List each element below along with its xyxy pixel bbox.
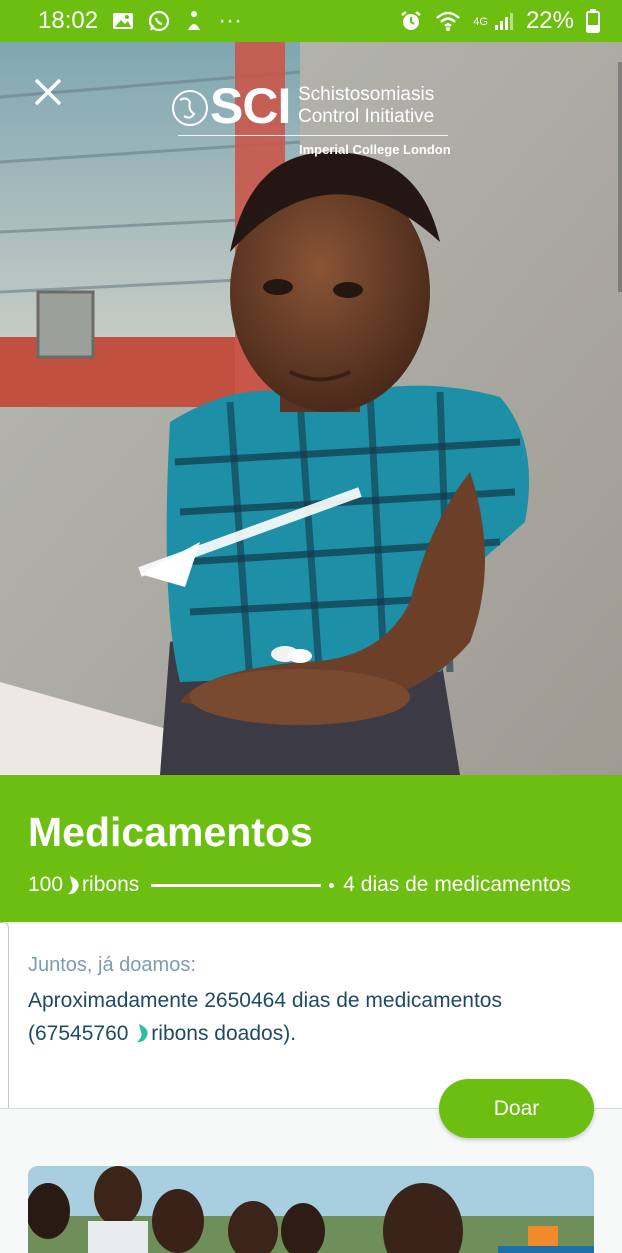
scroll-indicator bbox=[618, 62, 622, 292]
ratio-line bbox=[151, 883, 322, 887]
cost-currency: ribons bbox=[82, 873, 140, 896]
logo-divider bbox=[178, 135, 448, 136]
impact-stats: Aproximadamente 2650464 dias de medicame… bbox=[28, 984, 598, 1050]
donate-button[interactable]: Doar bbox=[439, 1079, 594, 1138]
battery-percent: 22% bbox=[525, 7, 574, 34]
ribon-drop-icon bbox=[137, 1024, 148, 1043]
cause-header: Medicamentos 100 ribons 4 dias de medica… bbox=[0, 775, 622, 922]
ratio-dot bbox=[329, 882, 335, 888]
wifi-icon bbox=[435, 10, 461, 32]
logo-abbr: SCI bbox=[210, 78, 291, 134]
globe-icon bbox=[172, 90, 208, 126]
close-button[interactable] bbox=[28, 72, 68, 112]
whatsapp-icon bbox=[148, 10, 170, 32]
donation-ratio: 100 ribons 4 dias de medicamentos bbox=[28, 873, 594, 897]
network-type: 4G bbox=[473, 16, 488, 28]
logo-affiliation: Imperial College London bbox=[299, 142, 451, 157]
cost-value: 100 bbox=[28, 873, 64, 896]
impact-days: Aproximadamente 2650464 dias de medicame… bbox=[28, 989, 502, 1012]
ribons-suffix: ribons doados). bbox=[151, 1022, 297, 1045]
page-title: Medicamentos bbox=[28, 809, 313, 855]
result-text: 4 dias de medicamentos bbox=[343, 873, 571, 896]
logo-name-line1: Schistosomiasis bbox=[298, 84, 435, 105]
sci-logo: SCI Schistosomiasis Control Initiative I… bbox=[170, 80, 455, 160]
story-image[interactable] bbox=[28, 1166, 594, 1253]
close-icon bbox=[35, 79, 61, 105]
logo-name-line2: Control Initiative bbox=[298, 106, 435, 127]
app-icon bbox=[184, 10, 204, 32]
status-bar: 18:02 ··· 4G 22% bbox=[0, 0, 622, 42]
more-notifications-icon: ··· bbox=[218, 7, 243, 34]
ribon-drop-icon bbox=[68, 876, 79, 895]
hero-image: SCI Schistosomiasis Control Initiative I… bbox=[0, 42, 622, 775]
story-photo bbox=[28, 1166, 594, 1253]
clock: 18:02 bbox=[38, 7, 99, 34]
together-label: Juntos, já doamos: bbox=[28, 954, 196, 976]
impact-ribons: (67545760 ribons doados). bbox=[28, 1017, 598, 1050]
ribons-total: (67545760 bbox=[28, 1022, 129, 1045]
gallery-icon bbox=[112, 11, 134, 31]
logo-name: Schistosomiasis Control Initiative bbox=[298, 84, 434, 128]
alarm-icon bbox=[399, 9, 423, 33]
signal-icon bbox=[494, 11, 514, 31]
battery-icon bbox=[586, 9, 600, 33]
